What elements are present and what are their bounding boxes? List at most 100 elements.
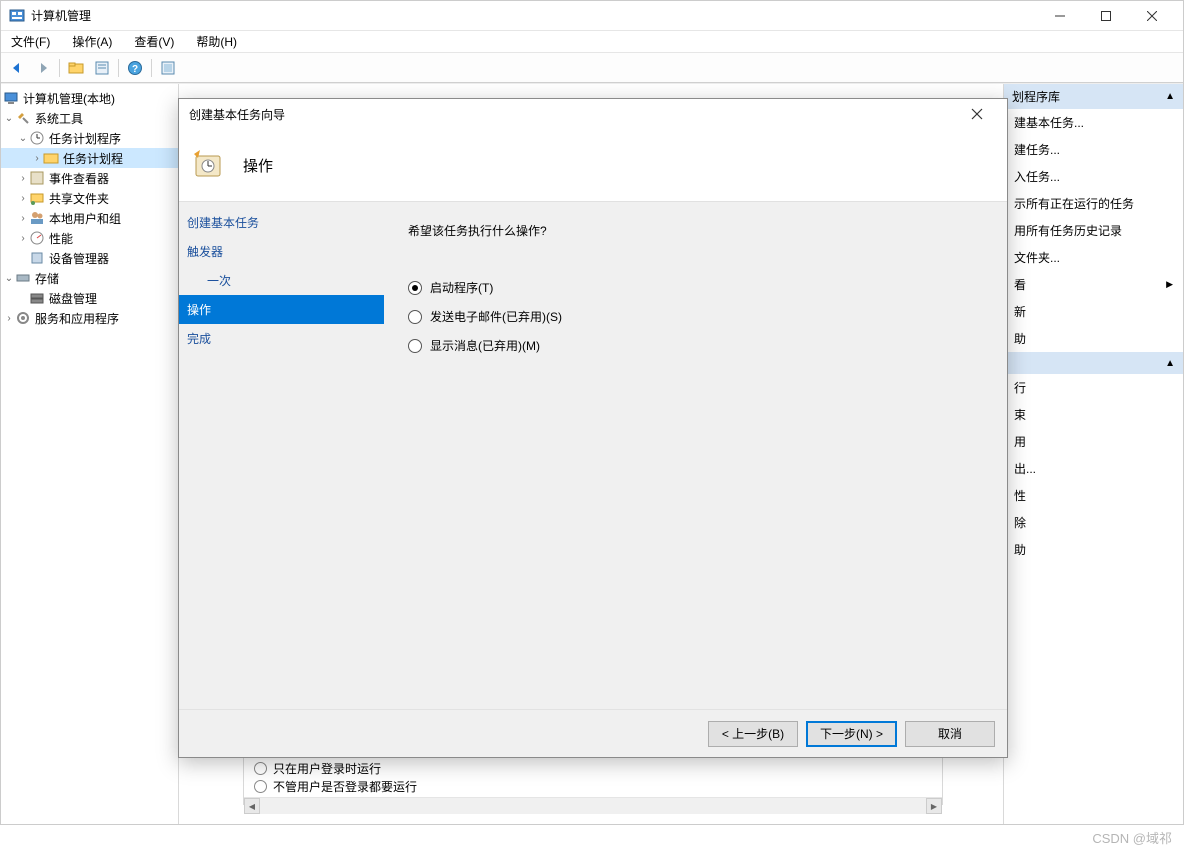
- nav-forward-button[interactable]: [31, 56, 55, 80]
- tree-systools[interactable]: ⌄ 系统工具: [1, 108, 178, 128]
- step-create-basic[interactable]: 创建基本任务: [179, 208, 384, 237]
- action-delete[interactable]: 除: [1004, 509, 1183, 536]
- scroll-track[interactable]: [260, 798, 926, 814]
- close-button[interactable]: [1129, 1, 1175, 31]
- expand-toggle[interactable]: ›: [17, 233, 29, 244]
- menu-help[interactable]: 帮助(H): [192, 31, 241, 52]
- tree-storage[interactable]: ⌄ 存储: [1, 268, 178, 288]
- tree-sharedfolders[interactable]: › 共享文件夹: [1, 188, 178, 208]
- tree-label: 磁盘管理: [49, 290, 97, 307]
- action-run[interactable]: 行: [1004, 374, 1183, 401]
- dialog-heading: 操作: [243, 155, 273, 176]
- radio-icon: [408, 310, 422, 324]
- tree-label: 存储: [35, 270, 59, 287]
- tree-diskmgmt[interactable]: 磁盘管理: [1, 288, 178, 308]
- help-button[interactable]: ?: [123, 56, 147, 80]
- action-export[interactable]: 出...: [1004, 455, 1183, 482]
- option-label: 只在用户登录时运行: [273, 760, 381, 777]
- collapse-icon: ▲: [1165, 91, 1175, 102]
- expand-toggle[interactable]: ⌄: [3, 113, 15, 124]
- menu-view[interactable]: 查看(V): [130, 31, 178, 52]
- tree-label: 事件查看器: [49, 170, 109, 187]
- option-start-program[interactable]: 启动程序(T): [408, 279, 983, 296]
- expand-toggle[interactable]: ⌄: [17, 133, 29, 144]
- maximize-button[interactable]: [1083, 1, 1129, 31]
- tree-services[interactable]: › 服务和应用程序: [1, 308, 178, 328]
- action-help-2[interactable]: 助: [1004, 536, 1183, 563]
- cancel-button[interactable]: 取消: [905, 721, 995, 747]
- minimize-button[interactable]: [1037, 1, 1083, 31]
- toolbar-separator: [118, 59, 119, 77]
- dialog-header: 操作: [179, 129, 1007, 201]
- tree-label: 设备管理器: [49, 250, 109, 267]
- step-trigger[interactable]: 触发器: [179, 237, 384, 266]
- scroll-left-icon[interactable]: ◀: [244, 798, 260, 814]
- expand-toggle[interactable]: ›: [17, 173, 29, 184]
- clock-icon: [29, 130, 45, 146]
- actions-header[interactable]: 划程序库 ▲: [1004, 84, 1183, 109]
- option-show-message[interactable]: 显示消息(已弃用)(M): [408, 337, 983, 354]
- tree-label: 性能: [49, 230, 73, 247]
- action-properties[interactable]: 性: [1004, 482, 1183, 509]
- action-refresh[interactable]: 新: [1004, 298, 1183, 325]
- nav-back-button[interactable]: [5, 56, 29, 80]
- option-row[interactable]: 不管用户是否登录都要运行: [254, 779, 932, 793]
- wizard-content: 希望该任务执行什么操作? 启动程序(T) 发送电子邮件(已弃用)(S) 显示消息…: [384, 202, 1007, 709]
- menu-file[interactable]: 文件(F): [7, 31, 54, 52]
- services-icon: [15, 310, 31, 326]
- refresh-button[interactable]: [156, 56, 180, 80]
- menu-action[interactable]: 操作(A): [68, 31, 116, 52]
- action-view[interactable]: 看: [1004, 271, 1183, 298]
- action-new-folder[interactable]: 文件夹...: [1004, 244, 1183, 271]
- step-finish[interactable]: 完成: [179, 324, 384, 353]
- horizontal-scrollbar[interactable]: ◀ ▶: [244, 797, 942, 814]
- properties-button[interactable]: [90, 56, 114, 80]
- scroll-right-icon[interactable]: ▶: [926, 798, 942, 814]
- device-icon: [29, 250, 45, 266]
- tree-root[interactable]: 计算机管理(本地): [1, 88, 178, 108]
- expand-toggle[interactable]: ›: [3, 313, 15, 324]
- tree-label: 系统工具: [35, 110, 83, 127]
- tree-perf[interactable]: › 性能: [1, 228, 178, 248]
- tree-localusers[interactable]: › 本地用户和组: [1, 208, 178, 228]
- expand-toggle[interactable]: ›: [17, 213, 29, 224]
- dialog-title: 创建基本任务向导: [189, 106, 957, 123]
- dialog-titlebar: 创建基本任务向导: [179, 99, 1007, 129]
- action-show-running[interactable]: 示所有正在运行的任务: [1004, 190, 1183, 217]
- actions-pane: 划程序库 ▲ 建基本任务... 建任务... 入任务... 示所有正在运行的任务…: [1003, 84, 1183, 824]
- option-row[interactable]: 只在用户登录时运行: [254, 757, 932, 779]
- tree-eventviewer[interactable]: › 事件查看器: [1, 168, 178, 188]
- expand-toggle[interactable]: ›: [31, 153, 43, 164]
- event-icon: [29, 170, 45, 186]
- dialog-close-button[interactable]: [957, 100, 997, 128]
- tree-tasksched-lib[interactable]: › 任务计划程: [1, 148, 178, 168]
- action-help[interactable]: 助: [1004, 325, 1183, 352]
- wizard-icon: [189, 147, 225, 183]
- back-button[interactable]: < 上一步(B): [708, 721, 798, 747]
- expand-toggle[interactable]: ›: [17, 193, 29, 204]
- option-send-email[interactable]: 发送电子邮件(已弃用)(S): [408, 308, 983, 325]
- collapse-icon: ▲: [1165, 358, 1175, 369]
- next-button[interactable]: 下一步(N) >: [806, 721, 897, 747]
- disk-icon: [29, 290, 45, 306]
- window-controls: [1037, 1, 1175, 31]
- wizard-steps: 创建基本任务 触发器 一次 操作 完成: [179, 202, 384, 709]
- wizard-dialog: 创建基本任务向导 操作 创建基本任务 触发器 一次 操作 完成 希望该任务执行什…: [178, 98, 1008, 758]
- action-enable-history[interactable]: 用所有任务历史记录: [1004, 217, 1183, 244]
- action-end[interactable]: 束: [1004, 401, 1183, 428]
- action-import-task[interactable]: 入任务...: [1004, 163, 1183, 190]
- tree-tasksched[interactable]: ⌄ 任务计划程序: [1, 128, 178, 148]
- titlebar: 计算机管理: [1, 1, 1183, 31]
- radio-icon: [408, 281, 422, 295]
- action-create-task[interactable]: 建任务...: [1004, 136, 1183, 163]
- wizard-question: 希望该任务执行什么操作?: [408, 222, 983, 239]
- tree-devmgr[interactable]: 设备管理器: [1, 248, 178, 268]
- action-create-basic[interactable]: 建基本任务...: [1004, 109, 1183, 136]
- expand-toggle[interactable]: ⌄: [3, 273, 15, 284]
- actions-header-2[interactable]: ▲: [1004, 352, 1183, 374]
- step-trigger-once[interactable]: 一次: [179, 266, 384, 295]
- folder-button[interactable]: [64, 56, 88, 80]
- toolbar: ?: [1, 53, 1183, 83]
- step-action[interactable]: 操作: [179, 295, 384, 324]
- action-disable[interactable]: 用: [1004, 428, 1183, 455]
